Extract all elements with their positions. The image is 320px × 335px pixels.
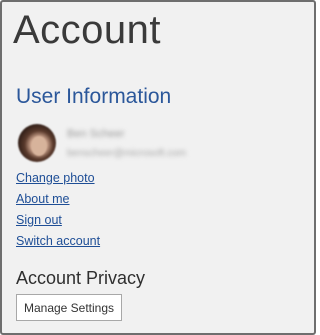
avatar-face [31, 136, 47, 156]
switch-account-link[interactable]: Switch account [16, 234, 100, 248]
user-name: Ben Scheer [67, 128, 125, 140]
manage-settings-button[interactable]: Manage Settings [16, 294, 122, 321]
user-information-heading: User Information [16, 85, 172, 108]
account-panel: Account User Information Ben Scheer bens… [0, 0, 316, 335]
sign-out-link[interactable]: Sign out [16, 213, 62, 227]
avatar [18, 124, 56, 162]
account-privacy-heading: Account Privacy [16, 268, 146, 288]
user-email: benscheer@microsoft.com [67, 148, 187, 159]
change-photo-link[interactable]: Change photo [16, 171, 95, 185]
page-title: Account [13, 8, 162, 52]
about-me-link[interactable]: About me [16, 192, 70, 206]
